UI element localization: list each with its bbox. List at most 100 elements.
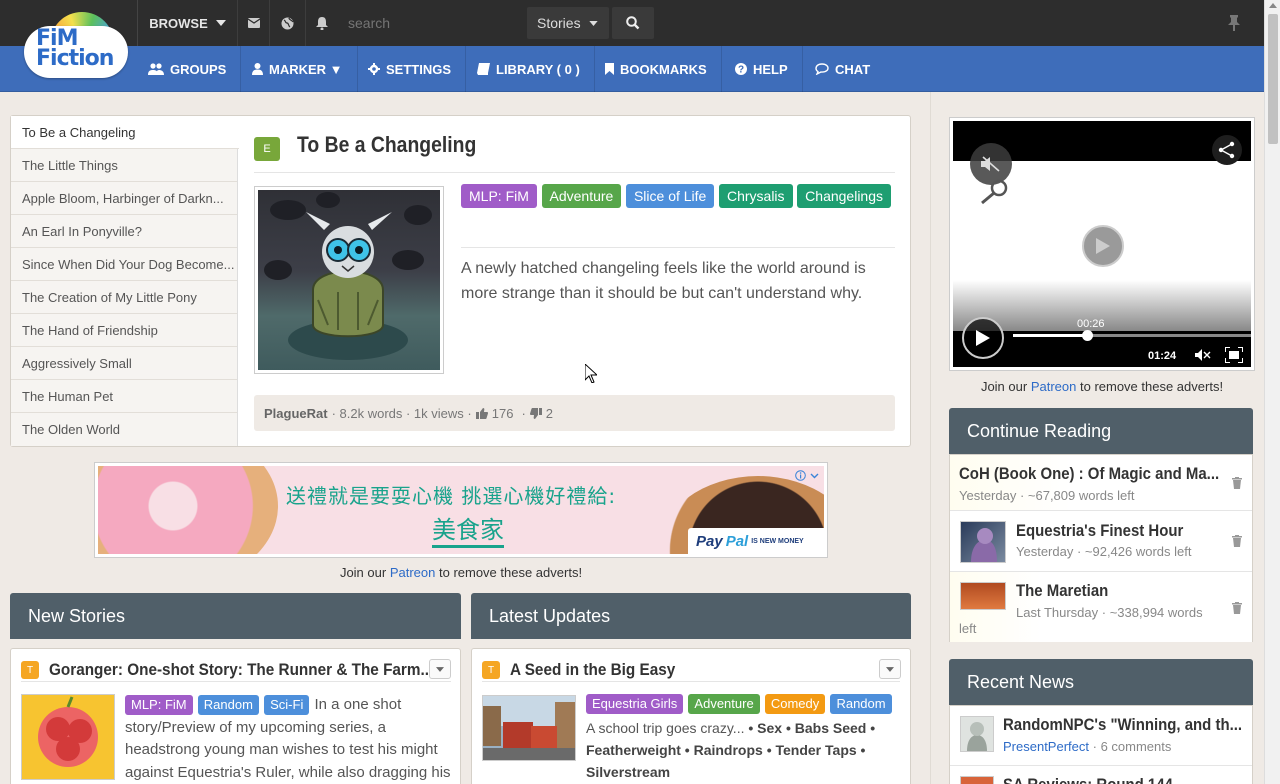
play-button[interactable] [962, 317, 1004, 359]
nav-groups[interactable]: GROUPS [134, 46, 242, 92]
featured-list-item[interactable]: Apple Bloom, Harbinger of Darkn... [11, 182, 237, 215]
featured-story-cover[interactable] [254, 186, 444, 374]
tag-adventure[interactable]: Adventure [541, 184, 622, 208]
news-item[interactable]: SA Reviews: Round 144 [950, 766, 1252, 784]
video-current-time: 00:26 [1077, 318, 1105, 330]
video-ad-player[interactable]: 00:26 01:24 [949, 117, 1255, 371]
video-progress-handle[interactable] [1081, 330, 1093, 341]
featured-list-item[interactable]: An Earl In Ponyville? [11, 215, 237, 248]
nav-chat[interactable]: CHAT [801, 46, 884, 92]
chat-icon [815, 63, 829, 75]
story-options-button[interactable] [429, 659, 451, 679]
fullscreen-icon[interactable] [1225, 347, 1243, 363]
mail-icon[interactable] [238, 0, 270, 46]
character-tags[interactable]: • Sex • Babs Seed • [748, 720, 875, 736]
latest-update-cover[interactable] [482, 695, 576, 761]
author-link[interactable]: PlagueRat [264, 406, 328, 421]
featured-list-item[interactable]: The Olden World [11, 413, 237, 446]
tag-changelings[interactable]: Changelings [797, 184, 892, 208]
tag-mlp-fim[interactable]: MLP: FiM [461, 184, 537, 208]
tag-adventure[interactable]: Adventure [688, 694, 760, 714]
featured-list-item[interactable]: The Hand of Friendship [11, 314, 237, 347]
nav-marker[interactable]: MARKER ▼ [238, 46, 358, 92]
character-tags[interactable]: Silverstream [586, 761, 906, 783]
news-item[interactable]: RandomNPC's "Winning, and th... PresentP… [950, 706, 1252, 766]
featured-description: A newly hatched changeling feels like th… [461, 260, 866, 302]
tag-comedy[interactable]: Comedy [764, 694, 826, 714]
character-tags[interactable]: Featherweight • Raindrops • Tender Taps … [586, 739, 906, 761]
featured-list-item[interactable]: The Little Things [11, 149, 237, 182]
latest-update-description: A school trip goes crazy... [586, 720, 745, 736]
nav-bookmarks[interactable]: BOOKMARKS [591, 46, 722, 92]
continue-reading-item[interactable]: CoH (Book One) : Of Magic and Ma... Yest… [950, 455, 1252, 511]
continue-reading-item[interactable]: The Maretian Last Thursday · ~338,994 wo… [950, 572, 1252, 642]
video-progress-track[interactable] [1013, 330, 1251, 341]
nav-library[interactable]: LIBRARY ( 0 ) [463, 46, 595, 92]
featured-list-item[interactable]: To Be a Changeling [11, 116, 239, 149]
news-title[interactable]: SA Reviews: Round 144 [1003, 775, 1173, 784]
pin-icon[interactable] [1214, 0, 1254, 46]
users-icon [148, 63, 164, 75]
continue-reading-meta: left [959, 621, 977, 636]
news-author-link[interactable]: PresentPerfect [1003, 739, 1089, 754]
tag-chrysalis[interactable]: Chrysalis [718, 184, 793, 208]
patreon-link[interactable]: Patreon [390, 565, 436, 580]
ad-choices-icon[interactable] [795, 470, 820, 481]
featured-story-title[interactable]: To Be a Changeling [297, 132, 476, 158]
volume-mute-icon[interactable] [1195, 349, 1211, 361]
paypal-logo: Pay Pal IS NEW MONEY [688, 528, 824, 554]
tag-mlp-fim[interactable]: MLP: FiM [125, 695, 193, 715]
tag-sci-fi[interactable]: Sci-Fi [264, 695, 310, 715]
patreon-link[interactable]: Patreon [1031, 379, 1077, 394]
dislike-count: 2 [545, 405, 554, 421]
continue-reading-title[interactable]: CoH (Book One) : Of Magic and Ma... [959, 464, 1219, 484]
page-scrollbar[interactable] [1264, 0, 1280, 784]
news-title[interactable]: RandomNPC's "Winning, and th... [1003, 715, 1242, 735]
featured-list-item[interactable]: The Creation of My Little Pony [11, 281, 237, 314]
tag-equestria-girls[interactable]: Equestria Girls [586, 694, 684, 714]
tag-random[interactable]: Random [830, 694, 892, 714]
continue-reading-title[interactable]: The Maretian [1016, 581, 1108, 601]
search-input[interactable] [338, 0, 526, 46]
ad-subheadline: 美食家 [432, 510, 504, 548]
video-duration: 01:24 [1148, 350, 1177, 362]
globe-icon[interactable] [270, 0, 306, 46]
new-story-summary: MLP: FiM Random Sci-Fi In a one shot sto… [125, 694, 451, 784]
new-story-title[interactable]: Goranger: One-shot Story: The Runner & T… [49, 660, 433, 680]
news-thumbnail [960, 776, 994, 784]
continue-reading-title[interactable]: Equestria's Finest Hour [1016, 521, 1183, 541]
svg-text:?: ? [738, 65, 744, 76]
trash-icon[interactable] [1232, 602, 1242, 614]
browse-menu[interactable]: BROWSE [138, 0, 238, 46]
scroll-up-arrow[interactable] [1269, 3, 1277, 8]
latest-update-title[interactable]: A Seed in the Big Easy [510, 660, 675, 680]
tag-random[interactable]: Random [197, 695, 259, 715]
share-icon[interactable] [1212, 135, 1242, 165]
featured-list-item[interactable]: Aggressively Small [11, 347, 237, 380]
continue-reading-heading: Continue Reading [949, 408, 1253, 454]
browse-label: BROWSE [149, 15, 208, 31]
continue-reading-meta: Yesterday · ~92,426 words left [1016, 544, 1192, 559]
recent-news-heading: Recent News [949, 659, 1253, 705]
trash-icon[interactable] [1232, 535, 1242, 547]
search-icon [626, 16, 640, 30]
trash-icon[interactable] [1232, 477, 1242, 489]
featured-list-item[interactable]: Since When Did Your Dog Become... [11, 248, 237, 281]
bell-icon[interactable] [306, 0, 338, 46]
continue-reading-item[interactable]: Equestria's Finest Hour Yesterday · ~92,… [950, 511, 1252, 572]
story-options-button[interactable] [879, 659, 901, 679]
scrollbar-thumb[interactable] [1268, 14, 1278, 144]
nav-settings[interactable]: SETTINGS [354, 46, 467, 92]
new-story-cover[interactable] [21, 694, 115, 780]
search-scope-select[interactable]: Stories [527, 7, 609, 39]
tag-slice-of-life[interactable]: Slice of Life [625, 184, 715, 208]
play-icon[interactable] [1082, 225, 1124, 267]
featured-list-item[interactable]: The Human Pet [11, 380, 237, 413]
nav-help[interactable]: ? HELP [721, 46, 803, 92]
news-meta: PresentPerfect · 6 comments [1003, 739, 1172, 754]
advertisement[interactable]: 送禮就是要耍心機 挑選心機好禮給: 美食家 Pay Pal IS NEW MONE… [94, 462, 828, 558]
search-button[interactable] [612, 7, 654, 39]
rating-badge-teen: T [482, 661, 500, 679]
featured-tags: MLP: FiM Adventure Slice of Life Chrysal… [461, 184, 901, 212]
site-logo[interactable]: FiM Fiction [22, 12, 130, 78]
